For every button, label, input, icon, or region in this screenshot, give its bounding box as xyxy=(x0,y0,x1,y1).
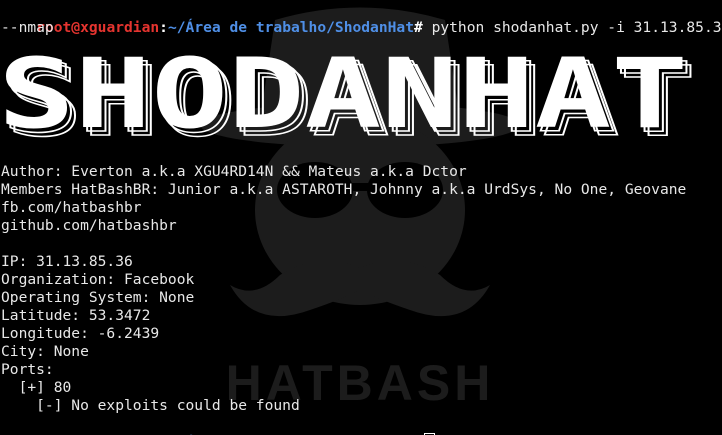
prompt-separator: : xyxy=(159,19,168,36)
shodanhat-banner: SHODANHAT SHODANHAT SHODANHAT xyxy=(0,38,697,142)
result-city: City: None xyxy=(1,343,89,360)
credits-github-link: github.com/hatbashbr xyxy=(1,217,177,234)
terminal-window[interactable]: HATBASH root@xguardian:~/Área de trabalh… xyxy=(0,0,722,435)
command-line: root@xguardian:~/Área de trabalho/Shodan… xyxy=(1,1,722,36)
result-organization: Organization: Facebook xyxy=(1,271,195,288)
command-continuation: --nmap xyxy=(1,19,54,36)
prompt-path: ~/Área de trabalho/ShodanHat xyxy=(167,19,414,36)
credits-authors: Author: Everton a.k.a XGU4RD14N && Mateu… xyxy=(1,163,467,180)
prompt-user-host: root@xguardian xyxy=(36,19,160,36)
result-os: Operating System: None xyxy=(1,289,195,306)
result-latitude: Latitude: 53.3472 xyxy=(1,307,151,324)
prompt-symbol: # xyxy=(413,19,423,36)
result-ip: IP: 31.13.85.36 xyxy=(1,253,133,270)
credits-members: Members HatBashBR: Junior a.k.a ASTAROTH… xyxy=(1,181,687,198)
command-text: python shodanhat.py -i 31.13.85.36 xyxy=(422,19,722,36)
result-ports-label: Ports: xyxy=(1,361,54,378)
banner-text: SHODANHAT xyxy=(0,38,688,142)
result-exploit-entry: [-] No exploits could be found xyxy=(1,397,300,414)
current-prompt-line[interactable]: root@xguardian:~/Área de trabalho/Shodan… xyxy=(1,415,435,435)
result-port-entry: [+] 80 xyxy=(1,379,72,396)
credits-facebook-link: fb.com/hatbashbr xyxy=(1,199,142,216)
result-longitude: Longitude: -6.2439 xyxy=(1,325,160,342)
